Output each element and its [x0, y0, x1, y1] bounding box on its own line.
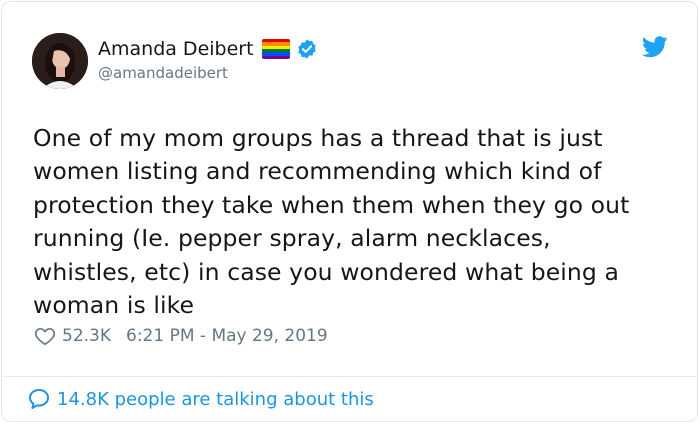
- tweet-card: Amanda Deibert @amandadeibert One of my …: [1, 1, 698, 422]
- display-name[interactable]: Amanda Deibert: [98, 38, 254, 60]
- verified-badge-icon: [296, 38, 318, 60]
- avatar[interactable]: [32, 33, 88, 89]
- tweet-line: running (Ie. pepper spray, alarm necklac…: [33, 224, 551, 253]
- tweet-line: One of my mom groups has a thread that i…: [33, 124, 603, 152]
- rainbow-flag-icon: [261, 39, 290, 59]
- handle[interactable]: @amandadeibert: [98, 64, 318, 82]
- like-count[interactable]: 52.3K: [62, 326, 111, 346]
- talking-link[interactable]: 14.8K people are talking about this: [27, 387, 374, 411]
- tweet-line: whistles, etc) in case you wondered what…: [33, 257, 619, 286]
- tweet-line: protection they take when them when they…: [33, 190, 630, 219]
- tweet-line: women listing and recommending which kin…: [33, 157, 602, 186]
- timestamp[interactable]: 6:21 PM - May 29, 2019: [126, 326, 328, 346]
- author-block: Amanda Deibert @amandadeibert: [98, 36, 318, 82]
- tweet-meta: 52.3K 6:21 PM - May 29, 2019: [34, 325, 328, 347]
- tweet-line: woman is like: [33, 291, 195, 320]
- twitter-bird-icon[interactable]: [641, 36, 668, 58]
- talking-text[interactable]: 14.8K people are talking about this: [57, 389, 374, 410]
- heart-icon[interactable]: [34, 325, 56, 347]
- divider: [3, 376, 696, 377]
- tweet-header: Amanda Deibert @amandadeibert: [32, 32, 672, 92]
- speech-bubble-icon: [27, 387, 51, 411]
- tweet-text: One of my mom groups has a thread that i…: [33, 122, 673, 322]
